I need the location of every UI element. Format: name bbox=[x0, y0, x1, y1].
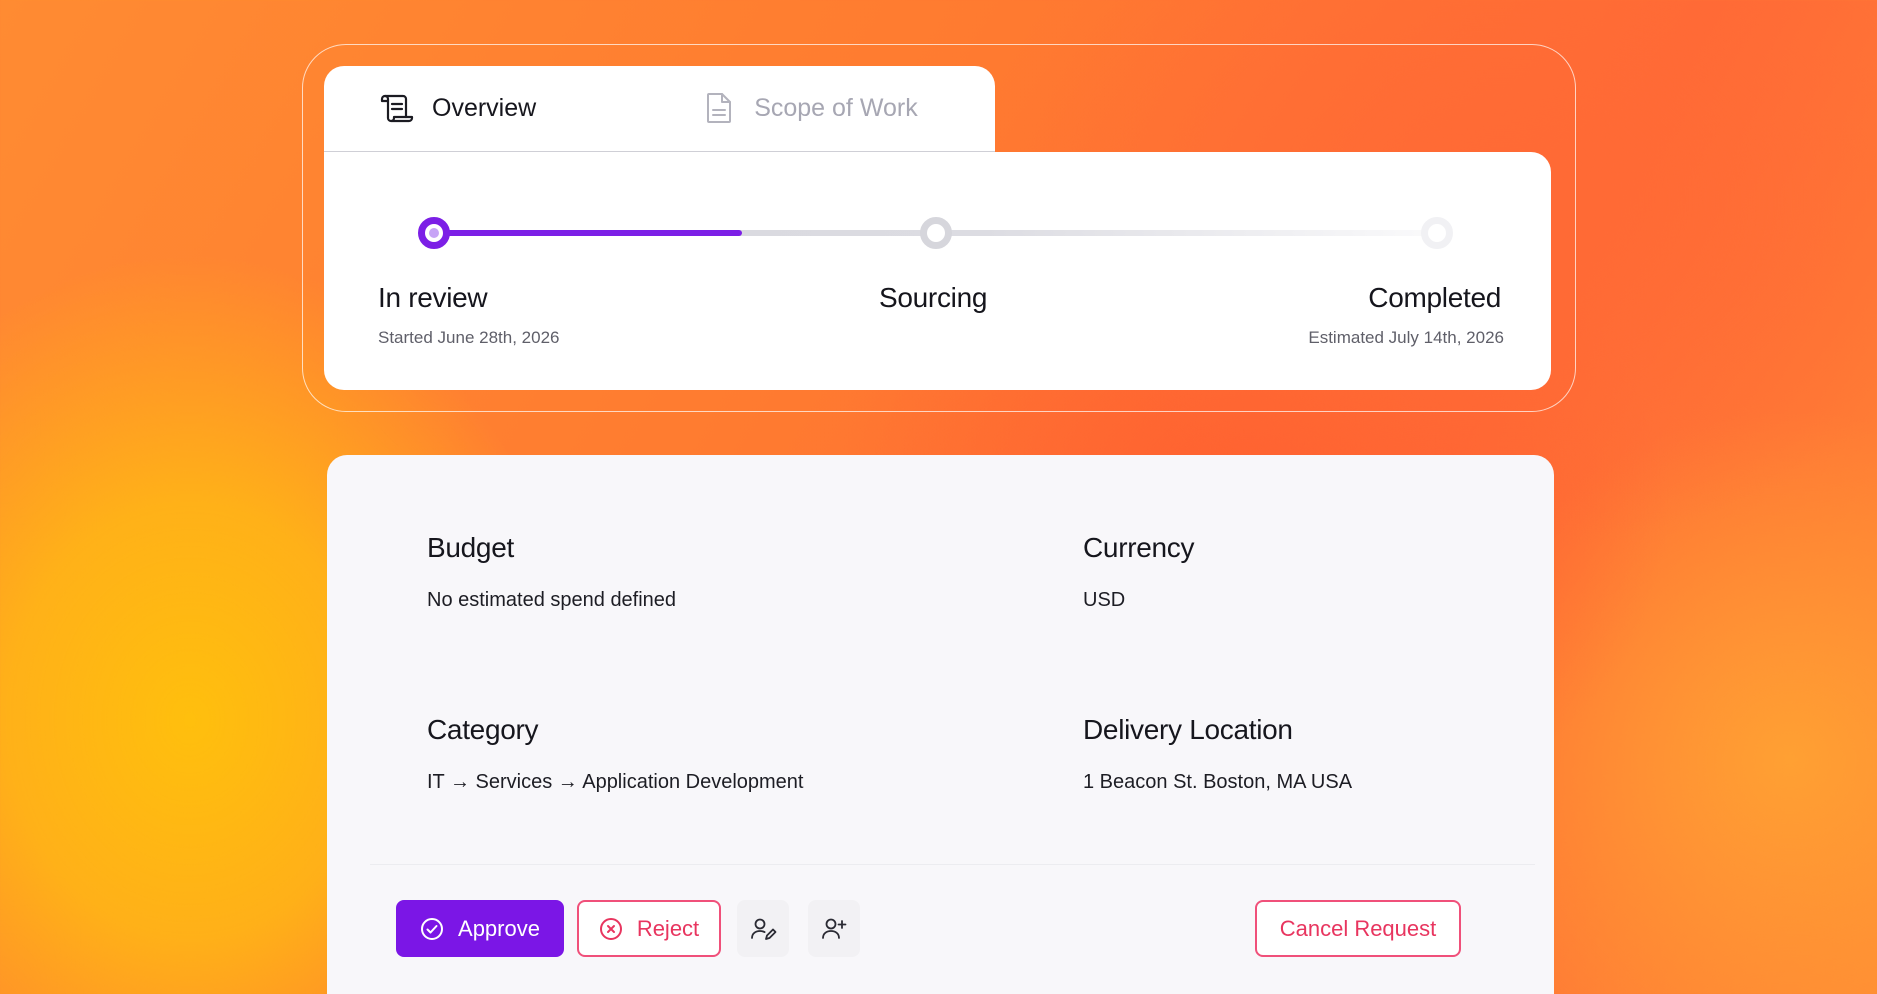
tab-bar: Overview Scope of Work bbox=[324, 66, 995, 152]
category-value: IT → Services → Application Development bbox=[427, 771, 804, 793]
stage-dot-completed bbox=[1421, 217, 1453, 249]
tab-overview[interactable]: Overview bbox=[380, 66, 536, 150]
delivery-location-label: Delivery Location bbox=[1083, 714, 1293, 745]
tab-scope-of-work-label: Scope of Work bbox=[754, 93, 918, 122]
document-icon bbox=[702, 91, 736, 125]
add-user-button[interactable] bbox=[808, 900, 860, 957]
divider bbox=[370, 864, 1535, 865]
currency-label: Currency bbox=[1083, 532, 1195, 563]
budget-label: Budget bbox=[427, 532, 514, 563]
check-circle-icon bbox=[420, 917, 444, 941]
stage-dot-in-review bbox=[418, 217, 450, 249]
approve-button[interactable]: Approve bbox=[396, 900, 564, 957]
user-edit-icon bbox=[749, 915, 777, 943]
stage-subtitle-in-review: Started June 28th, 2026 bbox=[378, 328, 560, 347]
category-label: Category bbox=[427, 714, 539, 745]
stage-subtitle-completed: Estimated July 14th, 2026 bbox=[1308, 328, 1504, 347]
stage-title-completed: Completed bbox=[1368, 282, 1501, 313]
currency-value: USD bbox=[1083, 589, 1126, 611]
progress-card bbox=[324, 152, 1551, 390]
stage-title-in-review: In review bbox=[378, 282, 488, 313]
edit-user-button[interactable] bbox=[737, 900, 789, 957]
reject-button[interactable]: Reject bbox=[577, 900, 721, 957]
cancel-request-button-label: Cancel Request bbox=[1279, 915, 1437, 941]
tab-overview-label: Overview bbox=[432, 93, 537, 122]
delivery-location-value: 1 Beacon St. Boston, MA USA bbox=[1083, 771, 1353, 793]
cancel-request-button[interactable]: Cancel Request bbox=[1255, 900, 1461, 957]
approve-button-label: Approve bbox=[458, 915, 540, 941]
stage-dot-sourcing bbox=[920, 217, 952, 249]
reject-button-label: Reject bbox=[636, 915, 700, 941]
progress-fill bbox=[434, 230, 742, 236]
scroll-icon bbox=[380, 91, 414, 125]
x-circle-icon bbox=[599, 917, 623, 941]
stage-title-sourcing: Sourcing bbox=[879, 282, 988, 313]
user-add-icon bbox=[820, 915, 848, 943]
tab-scope-of-work[interactable]: Scope of Work bbox=[702, 66, 918, 150]
budget-value: No estimated spend defined bbox=[427, 589, 677, 611]
